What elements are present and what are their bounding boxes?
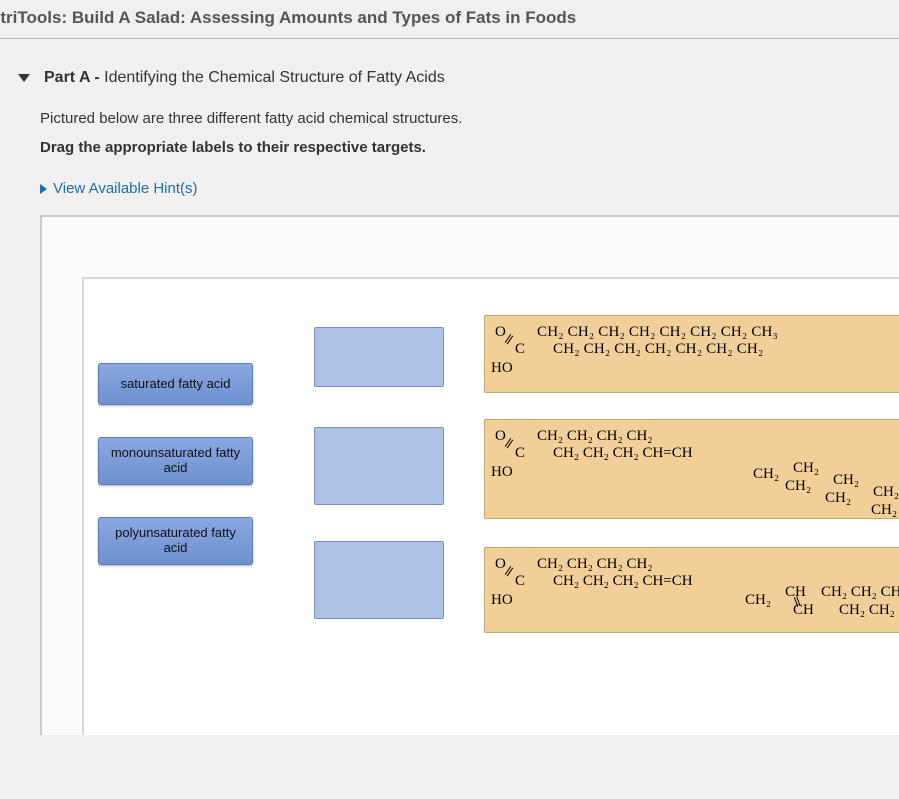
ho-group: HO (491, 360, 513, 377)
mono-tail-g: CH₂ (871, 502, 897, 519)
hints-text: View Available Hint(s) (53, 180, 198, 197)
structure-monounsaturated: O ═ C HO CH₂ CH₂ CH₂ CH₂ CH₂ CH₂ CH₂ CH=… (484, 419, 899, 519)
instruction-line-1: Pictured below are three different fatty… (40, 105, 899, 134)
mono-tail-f: CH₂ (873, 484, 899, 501)
label-polyunsaturated[interactable]: polyunsaturated fatty acid (98, 517, 253, 565)
poly-chain-mid: CH₂ CH₂ CH₂ CH=CH (553, 573, 693, 590)
caret-right-icon (40, 184, 47, 194)
caret-down-icon (18, 74, 30, 82)
instructions-block: Pictured below are three different fatty… (0, 105, 899, 162)
mono-tail-e: CH₂ (825, 490, 851, 507)
part-a-label: Part A - Identifying the Chemical Struct… (44, 69, 445, 87)
poly-tail-c: CH (793, 602, 814, 619)
drop-target-3[interactable] (314, 541, 444, 619)
poly-tail-e: CH₂ CH₂ (839, 602, 895, 619)
mono-tail-a: CH₂ (753, 466, 779, 483)
label-monounsaturated[interactable]: monounsaturated fatty acid (98, 437, 253, 485)
part-title-text: Identifying the Chemical Structure of Fa… (104, 69, 445, 86)
ho-group: HO (491, 464, 513, 481)
c-atom: C (515, 445, 525, 462)
instruction-line-2: Drag the appropriate labels to their res… (40, 134, 899, 163)
poly-chain-top: CH₂ CH₂ CH₂ CH₂ (537, 556, 653, 573)
poly-tail-a: CH₂ (745, 592, 771, 609)
view-hints-link[interactable]: View Available Hint(s) (0, 162, 899, 197)
page-title: utriTools: Build A Salad: Assessing Amou… (0, 0, 899, 39)
drop-target-1[interactable] (314, 327, 444, 387)
sat-chain-top: CH₂ CH₂ CH₂ CH₂ CH₂ CH₂ CH₂ CH₃ (537, 324, 778, 341)
poly-tail-d: CH₂ CH₂ CH₂ (821, 584, 899, 601)
mono-chain-top: CH₂ CH₂ CH₂ CH₂ (537, 428, 653, 445)
part-prefix: Part A - (44, 69, 104, 86)
sat-chain-bot: CH₂ CH₂ CH₂ CH₂ CH₂ CH₂ CH₂ (553, 341, 763, 358)
label-saturated[interactable]: saturated fatty acid (98, 363, 253, 405)
mono-chain-mid: CH₂ CH₂ CH₂ CH=CH (553, 445, 693, 462)
drag-area: saturated fatty acid monounsaturated fat… (82, 277, 899, 735)
activity-canvas: saturated fatty acid monounsaturated fat… (40, 215, 899, 735)
c-atom: C (515, 573, 525, 590)
mono-tail-c: CH₂ (785, 478, 811, 495)
drop-target-2[interactable] (314, 427, 444, 505)
c-atom: C (515, 341, 525, 358)
mono-tail-b: CH₂ (793, 460, 819, 477)
ho-group: HO (491, 592, 513, 609)
structure-saturated: O ═ C HO CH₂ CH₂ CH₂ CH₂ CH₂ CH₂ CH₂ CH₃… (484, 315, 899, 393)
part-a-header[interactable]: Part A - Identifying the Chemical Struct… (0, 39, 899, 105)
structure-polyunsaturated: O ═ C HO CH₂ CH₂ CH₂ CH₂ CH₂ CH₂ CH₂ CH=… (484, 547, 899, 633)
mono-tail-d: CH₂ (833, 472, 859, 489)
